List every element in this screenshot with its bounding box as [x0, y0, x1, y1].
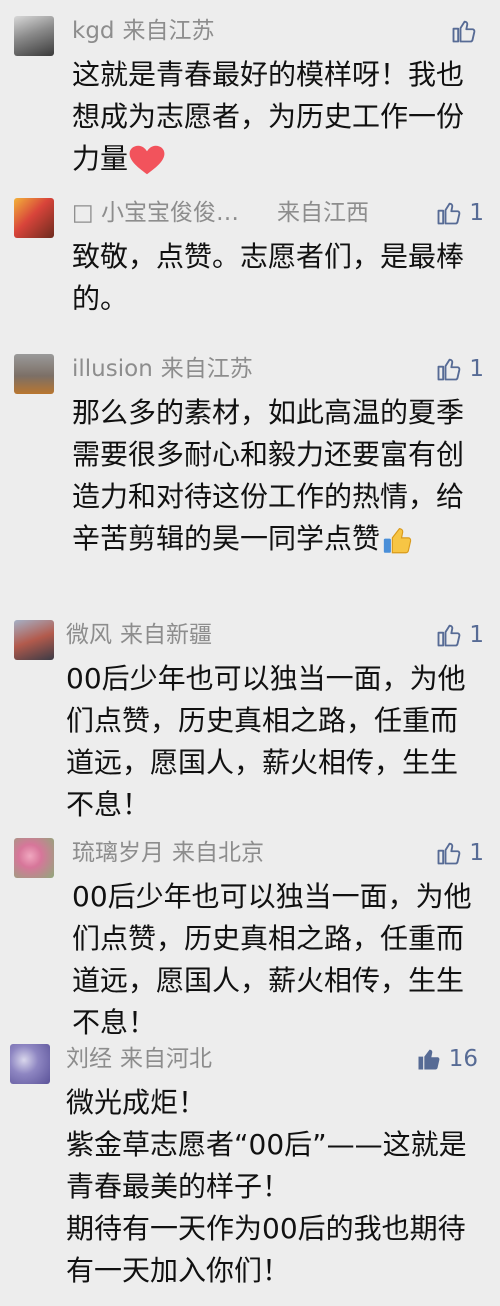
author-name[interactable]: kgd — [72, 18, 115, 44]
like-count: 1 — [469, 200, 484, 226]
thumb-up-outline-icon — [437, 624, 461, 647]
location-label: 来自河北 — [120, 1046, 212, 1072]
like-button[interactable]: 1 — [435, 352, 484, 386]
heart-emoji — [129, 145, 165, 175]
thumb-up-outline-icon — [437, 358, 461, 381]
comment-meta: 琉璃岁月 来自北京 — [72, 836, 264, 870]
like-button[interactable]: 1 — [435, 618, 484, 652]
author-name[interactable]: □ 小宝宝俊俊… — [72, 200, 239, 226]
thumb-up-outline-icon — [452, 20, 476, 43]
comment-list: kgd 来自江苏 这就是青春最好的模样呀！我也想成为志愿者，为历史工作一份力量 □… — [0, 0, 500, 1306]
like-count: 1 — [469, 840, 484, 866]
comment-item: 刘经 来自河北 16 微光成炬！ 紫金草志愿者“00后”——这就是青春最美的样子！… — [0, 1042, 500, 1302]
thumbs-up-emoji — [383, 528, 412, 554]
avatar[interactable] — [14, 198, 54, 238]
author-name[interactable]: illusion — [72, 356, 153, 382]
like-count: 16 — [448, 1046, 478, 1072]
comment-text-wrap: 这就是青春最好的模样呀！我也想成为志愿者，为历史工作一份力量 — [72, 54, 482, 180]
author-name[interactable]: 琉璃岁月 — [72, 840, 164, 866]
avatar[interactable] — [14, 16, 54, 56]
like-count: 1 — [469, 622, 484, 648]
comment-meta: 微风 来自新疆 — [66, 618, 212, 652]
comment-text-wrap: 那么多的素材，如此高温的夏季需要很多耐心和毅力还要富有创造力和对待这份工作的热情… — [72, 392, 482, 560]
comment-item: □ 小宝宝俊俊… 来自江西 1 致敬，点赞。志愿者们，是最棒的。 — [0, 196, 500, 336]
comment-item: 琉璃岁月 来自北京 1 00后少年也可以独当一面，为他们点赞，历史真相之路，任重而… — [0, 836, 500, 1046]
like-button[interactable]: 1 — [435, 196, 484, 230]
author-name[interactable]: 微风 — [66, 622, 112, 648]
comment-meta: □ 小宝宝俊俊… 来自江西 — [72, 196, 369, 230]
avatar[interactable] — [14, 354, 54, 394]
thumb-up-filled-icon — [418, 1049, 440, 1070]
thumb-up-outline-icon — [437, 842, 461, 865]
location-label: 来自江苏 — [160, 356, 253, 382]
location-label: 来自江西 — [277, 200, 370, 226]
comment-text: 微光成炬！ 紫金草志愿者“00后”——这就是青春最美的样子！ 期待有一天作为00… — [66, 1086, 467, 1287]
location-label: 来自新疆 — [120, 622, 212, 648]
like-button[interactable]: 1 — [435, 836, 484, 870]
comment-meta: kgd 来自江苏 — [72, 14, 215, 48]
comment-text: 00后少年也可以独当一面，为他们点赞，历史真相之路，任重而道远，愿国人，薪火相传… — [72, 880, 472, 1039]
author-name[interactable]: 刘经 — [66, 1046, 112, 1072]
like-count: 1 — [469, 356, 484, 382]
avatar[interactable] — [14, 838, 54, 878]
like-button[interactable] — [450, 14, 484, 48]
comment-meta: 刘经 来自河北 — [66, 1042, 212, 1076]
location-label: 来自北京 — [172, 840, 264, 866]
like-button[interactable]: 16 — [415, 1042, 478, 1076]
comment-item: 微风 来自新疆 1 00后少年也可以独当一面，为他们点赞，历史真相之路，任重而道远… — [0, 618, 500, 828]
comment-meta: illusion 来自江苏 — [72, 352, 253, 386]
avatar[interactable] — [10, 1044, 50, 1084]
location-label: 来自江苏 — [122, 18, 215, 44]
comment-text: 00后少年也可以独当一面，为他们点赞，历史真相之路，任重而道远，愿国人，薪火相传… — [66, 662, 466, 821]
comment-item: illusion 来自江苏 1 那么多的素材，如此高温的夏季需要很多耐心和毅力还要… — [0, 352, 500, 602]
thumb-up-outline-icon — [437, 202, 461, 225]
comment-item: kgd 来自江苏 这就是青春最好的模样呀！我也想成为志愿者，为历史工作一份力量 — [0, 14, 500, 184]
comment-text: 致敬，点赞。志愿者们，是最棒的。 — [72, 240, 465, 315]
avatar[interactable] — [14, 620, 54, 660]
